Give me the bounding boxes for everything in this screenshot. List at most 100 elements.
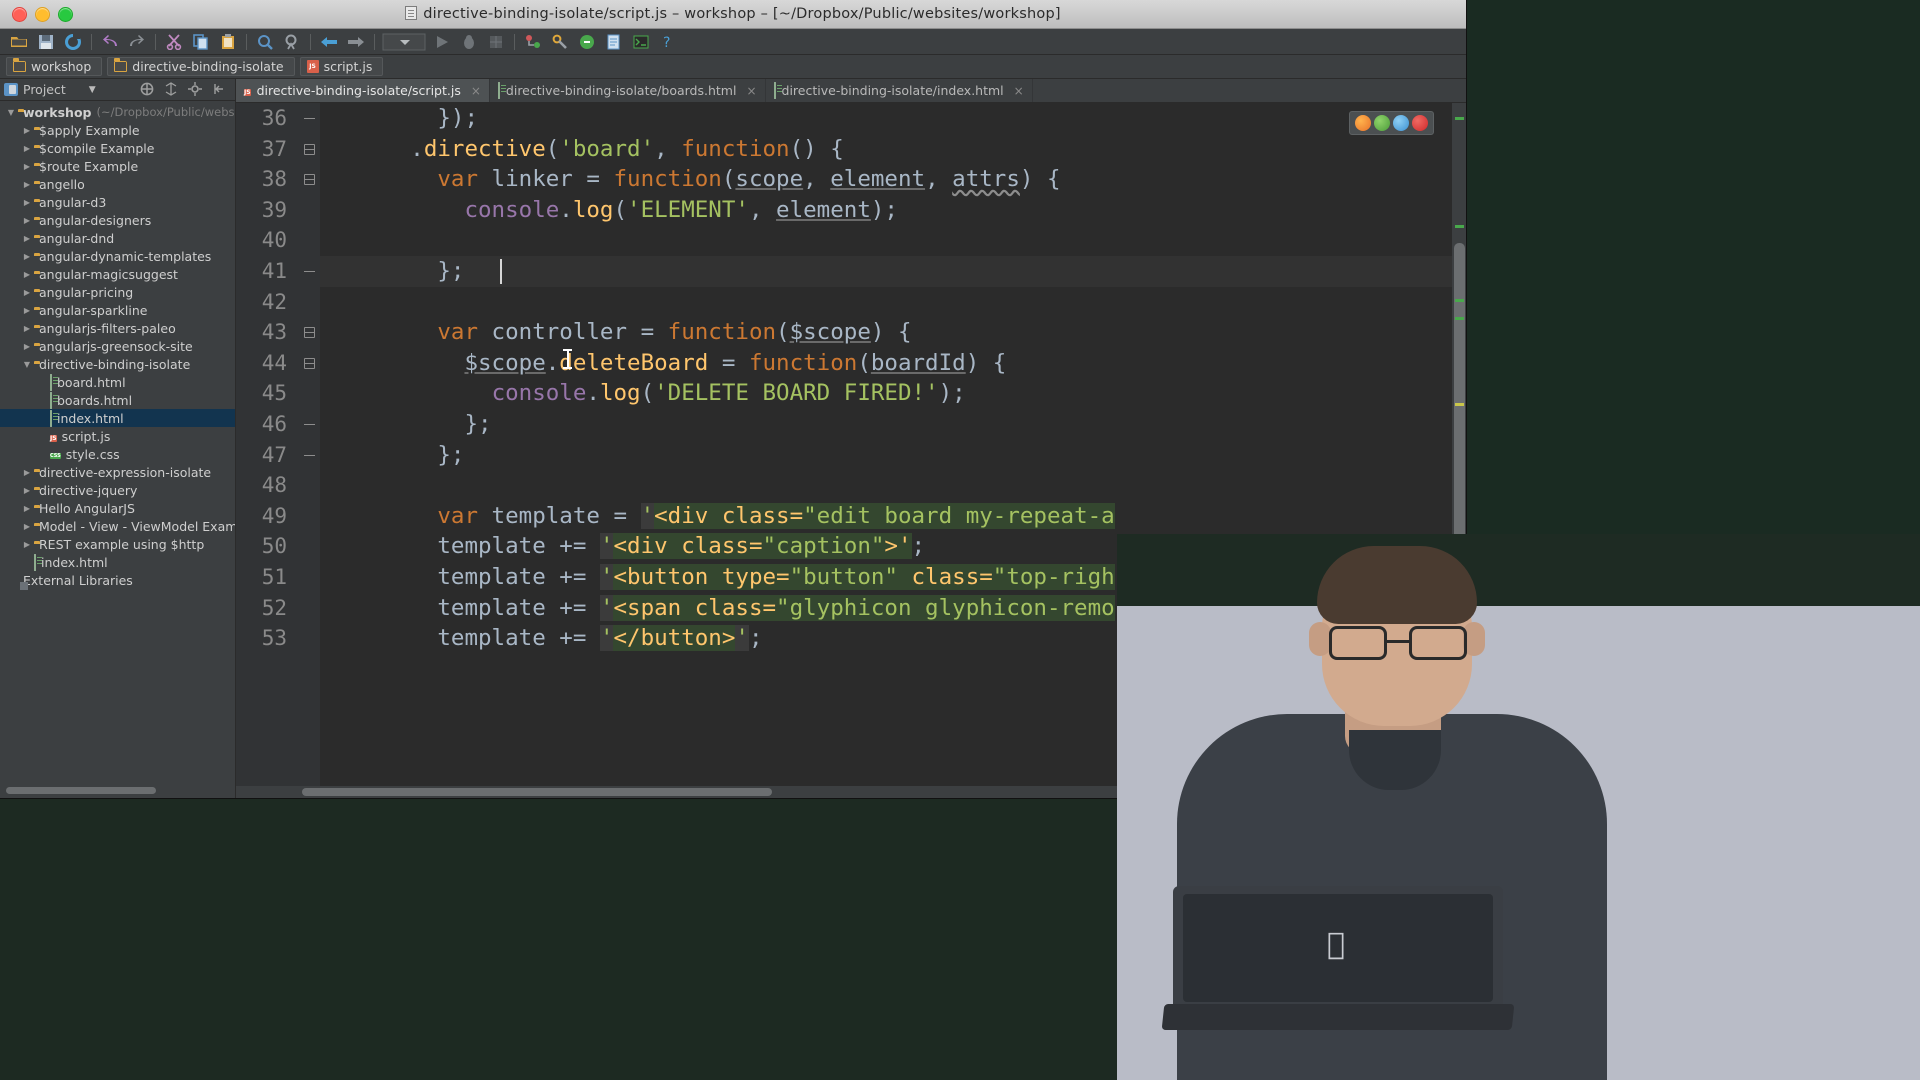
code-folding-gutter[interactable] bbox=[298, 103, 320, 786]
fold-end-icon[interactable] bbox=[304, 266, 315, 277]
close-tab-icon[interactable]: × bbox=[1014, 84, 1024, 98]
tree-item[interactable]: ▶ directive-jquery bbox=[0, 481, 235, 499]
tree-item[interactable]: ▶ angular-sparkline bbox=[0, 301, 235, 319]
code-line[interactable]: }; bbox=[320, 409, 1452, 440]
breadcrumb-item-workshop[interactable]: workshop bbox=[6, 57, 103, 76]
hide-panel-icon[interactable] bbox=[212, 82, 228, 98]
tree-twisty-icon[interactable]: ▼ bbox=[20, 360, 34, 369]
sdk-icon[interactable] bbox=[574, 31, 600, 53]
tree-item[interactable]: ▶board.html bbox=[0, 373, 235, 391]
settings-gear-icon[interactable] bbox=[188, 81, 204, 98]
tree-item[interactable]: ▶CSSstyle.css bbox=[0, 445, 235, 463]
code-line[interactable] bbox=[320, 287, 1452, 318]
redo-icon[interactable] bbox=[124, 31, 150, 53]
browser-preview-popup[interactable] bbox=[1349, 111, 1434, 135]
code-line[interactable]: var controller = function($scope) { bbox=[320, 317, 1452, 348]
vcs-update-icon[interactable] bbox=[520, 31, 546, 53]
find-icon[interactable] bbox=[252, 31, 278, 53]
editor-tab[interactable]: directive-binding-isolate/boards.html × bbox=[490, 79, 766, 102]
code-line[interactable]: var linker = function(scope, element, at… bbox=[320, 164, 1452, 195]
run-configuration-dropdown[interactable] bbox=[380, 31, 428, 53]
tree-twisty-icon[interactable]: ▶ bbox=[20, 540, 34, 549]
editor-marker[interactable] bbox=[1455, 317, 1464, 320]
tree-item[interactable]: ▼ workshop (~/Dropbox/Public/webs bbox=[0, 103, 235, 121]
tree-twisty-icon[interactable]: ▶ bbox=[20, 306, 34, 315]
debug-icon[interactable] bbox=[456, 31, 482, 53]
tree-twisty-icon[interactable]: ▶ bbox=[20, 162, 34, 171]
tree-item[interactable]: ▶ angular-dynamic-templates bbox=[0, 247, 235, 265]
tree-item[interactable]: ▶ angello bbox=[0, 175, 235, 193]
editor-tab[interactable]: directive-binding-isolate/index.html × bbox=[766, 79, 1033, 102]
close-tab-icon[interactable]: × bbox=[746, 84, 756, 98]
tree-item[interactable]: ▶ Model - View - ViewModel Exam bbox=[0, 517, 235, 535]
forward-arrow-icon[interactable] bbox=[343, 31, 369, 53]
settings-wrench-icon[interactable] bbox=[547, 31, 573, 53]
tree-item[interactable]: ▶ Hello AngularJS bbox=[0, 499, 235, 517]
tree-twisty-icon[interactable]: ▶ bbox=[20, 144, 34, 153]
editor-vertical-scrollbar[interactable] bbox=[1454, 243, 1465, 573]
code-line[interactable]: console.log('ELEMENT', element); bbox=[320, 195, 1452, 226]
code-line[interactable]: var template = '<div class="edit board m… bbox=[320, 501, 1452, 532]
code-line[interactable]: .directive('board', function() { bbox=[320, 134, 1452, 165]
tree-item[interactable]: ▶ directive-expression-isolate bbox=[0, 463, 235, 481]
close-tab-icon[interactable]: × bbox=[471, 84, 481, 98]
chrome-icon[interactable] bbox=[1374, 115, 1390, 131]
jsdoc-icon[interactable] bbox=[601, 31, 627, 53]
fold-expand-icon[interactable] bbox=[304, 357, 315, 369]
code-line[interactable]: }; bbox=[320, 256, 1452, 287]
code-line[interactable] bbox=[320, 470, 1452, 501]
sync-refresh-icon[interactable] bbox=[60, 31, 86, 53]
tree-item[interactable]: ▶ angular-dnd bbox=[0, 229, 235, 247]
back-arrow-icon[interactable] bbox=[316, 31, 342, 53]
tree-item[interactable]: ▶index.html bbox=[0, 409, 235, 427]
tree-twisty-icon[interactable]: ▼ bbox=[4, 108, 18, 117]
fold-expand-icon[interactable] bbox=[304, 174, 315, 186]
editor-marker[interactable] bbox=[1455, 117, 1464, 120]
editor-marker[interactable] bbox=[1455, 299, 1464, 302]
editor-tabs[interactable]: JS directive-binding-isolate/script.js × di… bbox=[236, 79, 1466, 103]
editor-hscroll-thumb[interactable] bbox=[302, 788, 772, 796]
cut-icon[interactable] bbox=[161, 31, 187, 53]
tree-item[interactable]: ▶ REST example using $http bbox=[0, 535, 235, 553]
save-all-icon[interactable] bbox=[33, 31, 59, 53]
tree-twisty-icon[interactable]: ▶ bbox=[20, 504, 34, 513]
code-line[interactable] bbox=[320, 225, 1452, 256]
copy-icon[interactable] bbox=[188, 31, 214, 53]
code-line[interactable]: }; bbox=[320, 440, 1452, 471]
tree-item[interactable]: ▶External Libraries bbox=[0, 571, 235, 589]
tree-item[interactable]: ▶ $route Example bbox=[0, 157, 235, 175]
editor-tab[interactable]: JS directive-binding-isolate/script.js × bbox=[236, 79, 490, 102]
breadcrumb-item-directive-binding-isolate[interactable]: directive-binding-isolate bbox=[107, 57, 295, 76]
help-icon[interactable]: ? bbox=[655, 31, 681, 53]
breadcrumb-item-script-js[interactable]: JS script.js bbox=[299, 57, 384, 76]
collapse-all-icon[interactable] bbox=[140, 82, 156, 98]
tree-item[interactable]: ▶boards.html bbox=[0, 391, 235, 409]
editor-marker[interactable] bbox=[1455, 225, 1464, 228]
tree-item[interactable]: ▶ angular-designers bbox=[0, 211, 235, 229]
fold-expand-icon[interactable] bbox=[304, 327, 315, 339]
tree-item[interactable]: ▶ angular-magicsuggest bbox=[0, 265, 235, 283]
tree-twisty-icon[interactable]: ▶ bbox=[20, 126, 34, 135]
firefox-icon[interactable] bbox=[1355, 115, 1371, 131]
project-horizontal-scrollbar[interactable] bbox=[6, 787, 156, 794]
replace-icon[interactable] bbox=[279, 31, 305, 53]
open-folder-icon[interactable] bbox=[6, 31, 32, 53]
tree-twisty-icon[interactable]: ▶ bbox=[20, 180, 34, 189]
tree-item[interactable]: ▼ directive-binding-isolate bbox=[0, 355, 235, 373]
fold-end-icon[interactable] bbox=[304, 450, 315, 461]
fold-end-icon[interactable] bbox=[304, 419, 315, 430]
fold-end-icon[interactable] bbox=[304, 113, 315, 124]
code-line[interactable]: }); bbox=[320, 103, 1452, 134]
opera-icon[interactable] bbox=[1412, 115, 1428, 131]
chevron-down-icon[interactable]: ▼ bbox=[89, 85, 96, 95]
tree-item[interactable]: ▶ angular-d3 bbox=[0, 193, 235, 211]
undo-icon[interactable] bbox=[97, 31, 123, 53]
safari-icon[interactable] bbox=[1393, 115, 1409, 131]
run-icon[interactable] bbox=[429, 31, 455, 53]
tree-item[interactable]: ▶ $compile Example bbox=[0, 139, 235, 157]
tree-twisty-icon[interactable]: ▶ bbox=[20, 288, 34, 297]
tree-item[interactable]: ▶index.html bbox=[0, 553, 235, 571]
tree-twisty-icon[interactable]: ▶ bbox=[20, 216, 34, 225]
tree-twisty-icon[interactable]: ▶ bbox=[20, 486, 34, 495]
project-tree[interactable]: ▼ workshop (~/Dropbox/Public/webs ▶ $apply E… bbox=[0, 101, 235, 798]
